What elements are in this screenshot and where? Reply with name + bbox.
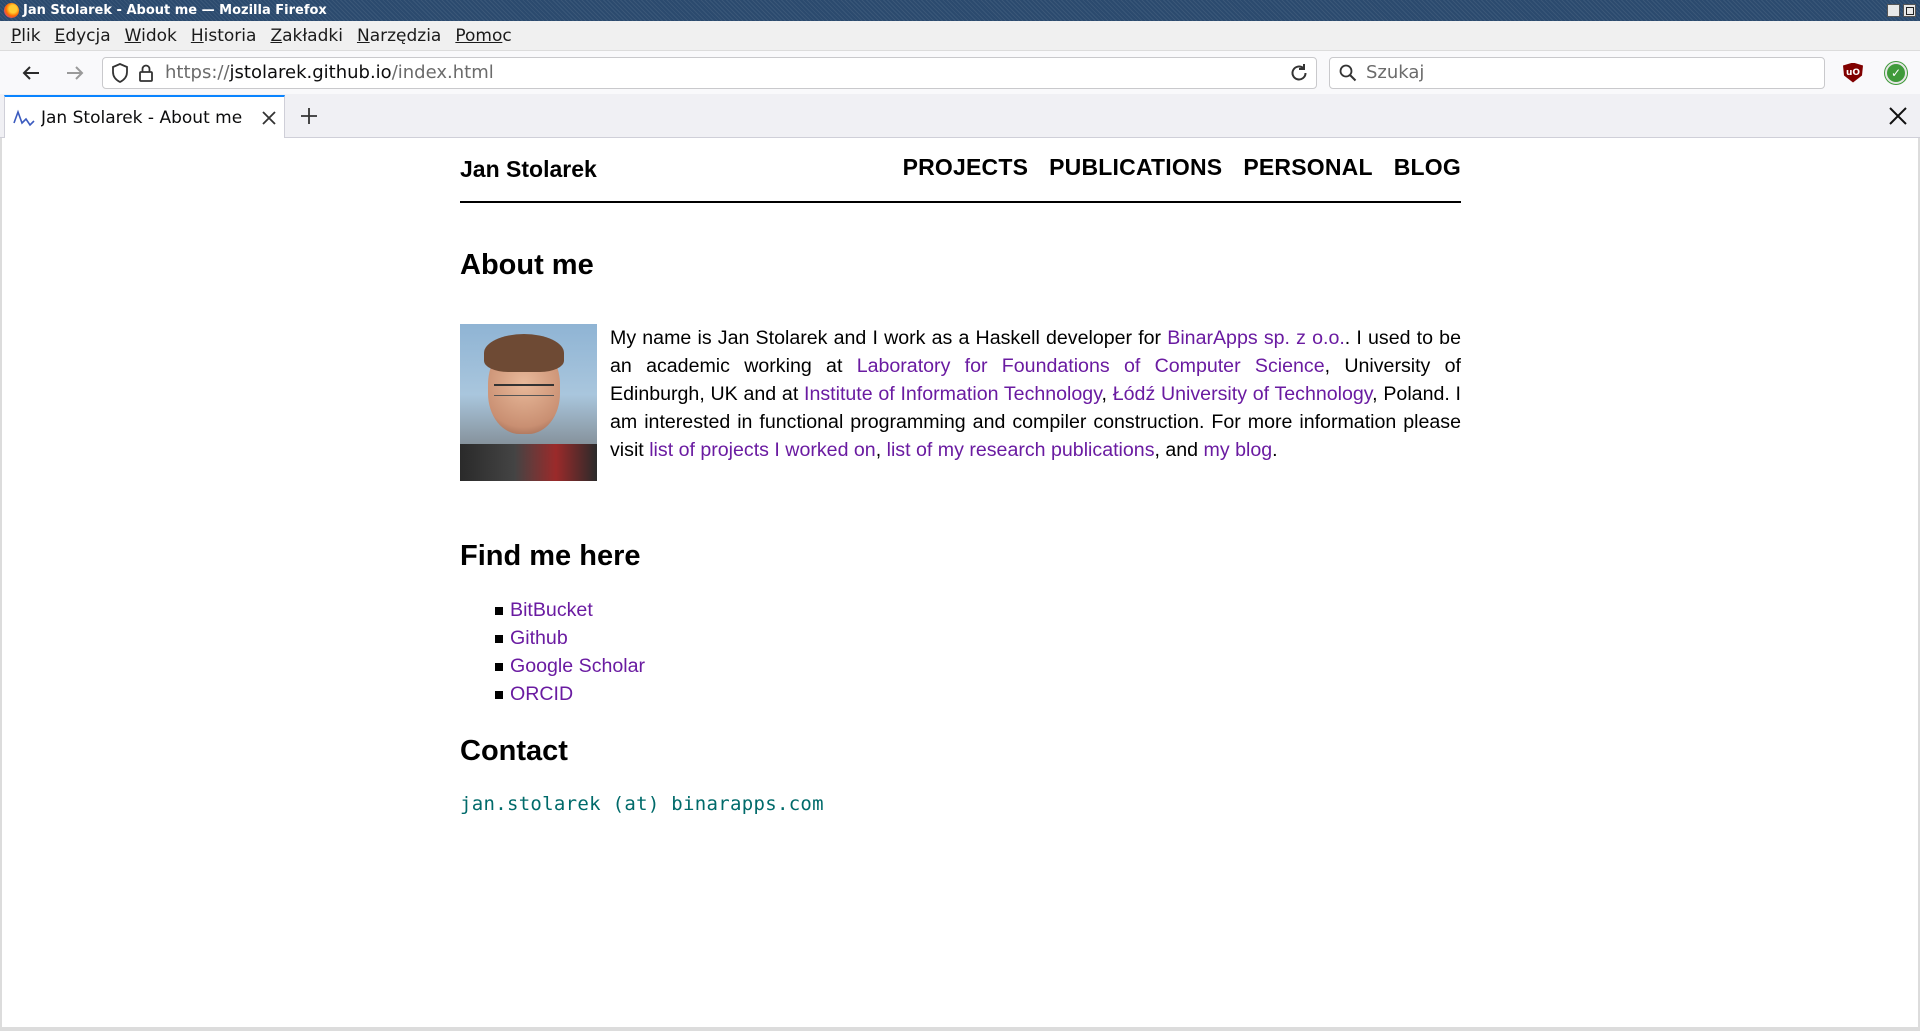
forward-arrow-icon xyxy=(67,65,84,80)
tab-active[interactable]: Jan Stolarek - About me xyxy=(4,95,285,138)
padlock-icon[interactable] xyxy=(133,63,159,83)
find-me-heading: Find me here xyxy=(460,540,641,572)
link-projects[interactable]: list of projects I worked on xyxy=(649,439,876,461)
menu-plik[interactable]: Plik xyxy=(4,26,48,46)
nav-personal[interactable]: PERSONAL xyxy=(1243,154,1372,181)
link-iit[interactable]: Institute of Information Technology xyxy=(804,383,1102,405)
url-bar[interactable]: https://jstolarek.github.io/index.html xyxy=(102,56,1317,89)
list-item: Google Scholar xyxy=(460,652,645,680)
nav-projects[interactable]: PROJECTS xyxy=(903,154,1029,181)
link-lodz-university[interactable]: Łódź University of Technology xyxy=(1113,383,1372,405)
list-item: ORCID xyxy=(460,680,645,708)
extension-green-icon[interactable]: ✓ xyxy=(1885,61,1907,84)
menu-edycja[interactable]: Edycja xyxy=(48,26,118,46)
tab-close-icon[interactable] xyxy=(254,110,284,126)
navigation-toolbar: https://jstolarek.github.io/index.html S… xyxy=(0,50,1920,94)
nav-blog[interactable]: BLOG xyxy=(1394,154,1461,181)
menu-historia[interactable]: Historia xyxy=(184,26,264,46)
window-title: Jan Stolarek - About me — Mozilla Firefo… xyxy=(23,3,327,18)
about-section: My name is Jan Stolarek and I work as a … xyxy=(460,324,1461,481)
site-nav: PROJECTS PUBLICATIONS PERSONAL BLOG xyxy=(903,154,1461,181)
site-favicon-icon xyxy=(13,109,37,127)
link-blog[interactable]: my blog xyxy=(1204,439,1273,461)
site-title[interactable]: Jan Stolarek xyxy=(460,156,597,183)
link-publications[interactable]: list of my research publications xyxy=(887,439,1155,461)
back-arrow-icon xyxy=(22,65,39,80)
nav-publications[interactable]: PUBLICATIONS xyxy=(1049,154,1222,181)
list-item: Github xyxy=(460,624,645,652)
reload-button[interactable] xyxy=(1282,63,1316,83)
link-github[interactable]: Github xyxy=(510,627,568,649)
page-viewport: Jan Stolarek PROJECTS PUBLICATIONS PERSO… xyxy=(0,138,1920,1027)
link-bitbucket[interactable]: BitBucket xyxy=(510,599,593,621)
find-me-list: BitBucket Github Google Scholar ORCID xyxy=(460,596,645,708)
menu-bar: Plik Edycja Widok Historia Zakładki Narz… xyxy=(0,21,1920,50)
tab-strip: Jan Stolarek - About me xyxy=(0,94,1920,138)
maximize-button[interactable] xyxy=(1903,4,1916,17)
page-content: Jan Stolarek PROJECTS PUBLICATIONS PERSO… xyxy=(460,138,1461,815)
search-bar[interactable]: Szukaj xyxy=(1329,56,1825,89)
site-header: Jan Stolarek PROJECTS PUBLICATIONS PERSO… xyxy=(460,138,1461,203)
about-heading: About me xyxy=(460,249,594,281)
menu-widok[interactable]: Widok xyxy=(118,26,184,46)
reload-icon xyxy=(1291,63,1307,80)
new-tab-button[interactable] xyxy=(289,94,329,137)
profile-photo xyxy=(460,324,597,481)
ublock-origin-icon[interactable]: uO xyxy=(1843,62,1863,83)
contact-heading: Contact xyxy=(460,735,568,767)
tab-title: Jan Stolarek - About me xyxy=(41,107,243,128)
list-item: BitBucket xyxy=(460,596,645,624)
firefox-icon xyxy=(4,3,19,18)
tracking-protection-shield-icon[interactable] xyxy=(107,62,133,83)
window-titlebar: Jan Stolarek - About me — Mozilla Firefo… xyxy=(0,0,1920,21)
menu-narzedzia[interactable]: Narzędzia xyxy=(350,26,448,46)
plus-icon xyxy=(301,107,317,124)
search-placeholder: Szukaj xyxy=(1366,62,1425,83)
minimize-button[interactable] xyxy=(1887,4,1900,17)
back-button[interactable] xyxy=(14,56,48,90)
link-google-scholar[interactable]: Google Scholar xyxy=(510,655,645,677)
menu-pomoc[interactable]: Pomoc xyxy=(448,26,518,46)
forward-button[interactable] xyxy=(58,56,92,90)
menu-zakladki[interactable]: Zakładki xyxy=(263,26,350,46)
close-icon xyxy=(1889,106,1907,125)
link-binarapps[interactable]: BinarApps sp. z o.o. xyxy=(1167,327,1345,349)
link-orcid[interactable]: ORCID xyxy=(510,683,573,705)
link-lfcs[interactable]: Laboratory for Foundations of Computer S… xyxy=(857,355,1325,377)
search-icon xyxy=(1330,64,1366,82)
about-paragraph: My name is Jan Stolarek and I work as a … xyxy=(610,327,1461,461)
close-window-button[interactable] xyxy=(1876,94,1920,137)
contact-email: jan.stolarek (at) binarapps.com xyxy=(460,793,824,815)
url-text[interactable]: https://jstolarek.github.io/index.html xyxy=(165,62,1282,83)
window-bottom-border xyxy=(0,1027,1920,1031)
